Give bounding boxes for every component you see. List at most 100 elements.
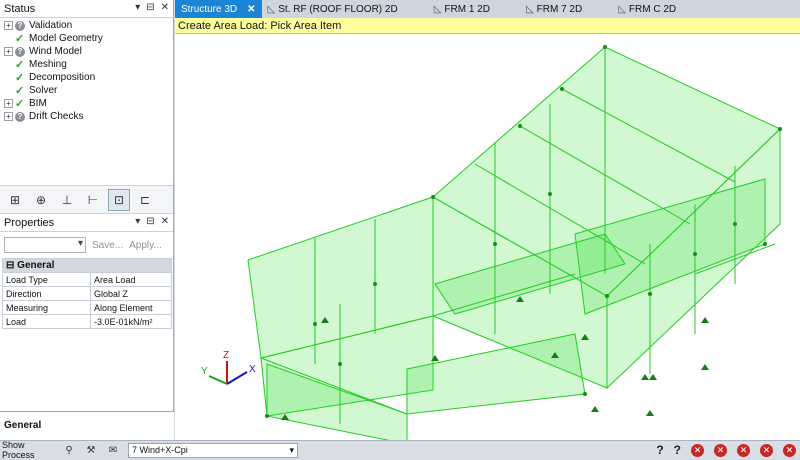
status-item[interactable]: ✓ Meshing xyxy=(4,58,173,71)
property-row[interactable]: Load Type Area Load xyxy=(2,272,172,287)
expand-icon[interactable]: + xyxy=(4,21,13,30)
structure-3d-viewport[interactable]: Z X Y xyxy=(175,34,800,440)
status-toolbar: ⊞ ⊕ ⊥ ⊢ ⊡ ⊏ xyxy=(0,186,173,214)
axis-z-label: Z xyxy=(223,350,229,361)
tab-label: FRM C 2D xyxy=(628,3,677,15)
status-item-label: Validation xyxy=(29,20,73,31)
globe-icon[interactable]: ⊕ xyxy=(30,189,52,211)
question-icon: ? xyxy=(15,46,25,57)
axis-x-label: X xyxy=(249,364,256,375)
tab-label: FRM 7 2D xyxy=(536,3,583,15)
error-icon[interactable]: ✕ xyxy=(691,443,704,457)
error-icon[interactable]: ✕ xyxy=(714,443,727,457)
status-item-label: Model Geometry xyxy=(29,33,103,44)
tab-view-2[interactable]: ◺ FRM 1 2D xyxy=(428,0,520,18)
help-icon[interactable]: ? xyxy=(674,443,681,457)
status-item[interactable]: + ✓ BIM xyxy=(4,97,173,110)
properties-preset-select[interactable] xyxy=(4,237,86,253)
tools-icon[interactable]: ⚒ xyxy=(80,445,102,456)
question-icon: ? xyxy=(15,20,25,31)
property-value[interactable]: Global Z xyxy=(90,286,172,301)
status-item-label: BIM xyxy=(29,98,47,109)
tab-label: Structure 3D xyxy=(181,3,238,15)
property-key: Load xyxy=(2,314,91,329)
status-item[interactable]: +? Validation xyxy=(4,19,173,32)
bottom-slab[interactable] xyxy=(406,333,586,415)
mail-icon[interactable]: ✉ xyxy=(102,445,124,456)
status-item-label: Decomposition xyxy=(29,72,96,83)
property-group-general[interactable]: ⊟ General xyxy=(2,258,172,273)
loads-icon[interactable]: ⊥ xyxy=(56,189,78,211)
property-grid: ⊟ General Load Type Area Load Direction Glo… xyxy=(2,258,172,329)
status-bar: Show Process ⚲ ⚒ ✉ 7 Wind+X-Cpi ? ? ✕ ✕ … xyxy=(0,440,800,460)
property-key: Load Type xyxy=(2,272,91,287)
question-icon: ? xyxy=(15,111,25,122)
close-tab-icon[interactable]: ✕ xyxy=(247,4,255,15)
save-button[interactable]: Save... xyxy=(92,240,123,251)
apply-button[interactable]: Apply... xyxy=(129,240,162,251)
document-tabs: Structure 3D ✕ ◺ St. RF (ROOF FLOOR) 2D ◺ FRM… xyxy=(175,0,800,18)
command-prompt: Create Area Load: Pick Area Item xyxy=(175,18,800,34)
property-row[interactable]: Measuring Along Element xyxy=(2,300,172,315)
dock-icon[interactable]: ⊟ xyxy=(146,2,154,13)
property-value[interactable]: -3.0E-01kN/m² xyxy=(90,314,172,329)
close-icon[interactable]: ✕ xyxy=(161,2,169,13)
property-value[interactable]: Area Load xyxy=(90,272,172,287)
error-icon[interactable]: ✕ xyxy=(760,443,773,457)
check-icon: ✓ xyxy=(15,98,25,110)
axis-triad: Z X Y xyxy=(201,350,256,385)
expand-icon[interactable]: + xyxy=(4,99,13,108)
axis-y-label: Y xyxy=(201,366,208,377)
frame-icon[interactable]: ⊢ xyxy=(82,189,104,211)
status-item-label: Drift Checks xyxy=(29,111,84,122)
property-row[interactable]: Direction Global Z xyxy=(2,286,172,301)
view-2d-icon: ◺ xyxy=(267,3,276,15)
view-2d-icon: ◺ xyxy=(525,3,534,15)
status-item[interactable]: +? Drift Checks xyxy=(4,110,173,123)
status-item-label: Wind Model xyxy=(29,46,82,57)
left-panel: Status ▾ ⊟ ✕ +? Validation ✓ Model Geometry… xyxy=(0,0,174,440)
status-item-label: Solver xyxy=(29,85,58,96)
status-panel-title: Status xyxy=(4,2,36,15)
status-item[interactable]: ✓ Solver xyxy=(4,84,173,97)
tab-structure-3d[interactable]: Structure 3D ✕ xyxy=(175,0,262,18)
tab-view-3[interactable]: ◺ FRM 7 2D xyxy=(520,0,612,18)
property-row[interactable]: Load -3.0E-01kN/m² xyxy=(2,314,172,329)
load-case-select[interactable]: 7 Wind+X-Cpi xyxy=(128,442,298,458)
expand-icon[interactable]: + xyxy=(4,47,13,56)
property-key: Measuring xyxy=(2,300,91,315)
status-item[interactable]: +? Wind Model xyxy=(4,45,173,58)
property-key: Direction xyxy=(2,286,91,301)
error-icon[interactable]: ✕ xyxy=(783,443,796,457)
status-tree: +? Validation ✓ Model Geometry +? Wind Model ✓… xyxy=(0,18,173,186)
properties-panel-title: Properties xyxy=(4,216,55,229)
status-item-label: Meshing xyxy=(29,59,67,70)
model-view-icon[interactable]: ⊞ xyxy=(4,189,26,211)
property-value[interactable]: Along Element xyxy=(90,300,172,315)
view-2d-icon: ◺ xyxy=(618,3,626,15)
properties-panel-header: Properties ▾ ⊟ ✕ xyxy=(0,214,173,232)
dock-icon[interactable]: ⊟ xyxy=(146,216,154,227)
tab-view-1[interactable]: ◺ St. RF (ROOF FLOOR) 2D xyxy=(262,0,428,18)
process-icon[interactable]: ⚲ xyxy=(58,445,80,456)
help-icon[interactable]: ? xyxy=(656,443,663,457)
view-2d-icon: ◺ xyxy=(433,3,442,15)
status-item[interactable]: ✓ Decomposition xyxy=(4,71,173,84)
tab-label: FRM 1 2D xyxy=(444,3,490,15)
properties-toolbar: Save... Apply... xyxy=(0,232,173,258)
status-item[interactable]: ✓ Model Geometry xyxy=(4,32,173,45)
structure-model[interactable]: Z X Y xyxy=(175,34,800,440)
error-icon[interactable]: ✕ xyxy=(737,443,750,457)
section-icon[interactable]: ⊏ xyxy=(134,189,156,211)
lock-icon[interactable]: ⊡ xyxy=(108,188,130,211)
close-icon[interactable]: ✕ xyxy=(161,216,169,227)
status-panel-header: Status ▾ ⊟ ✕ xyxy=(0,0,173,18)
property-group-label: General xyxy=(17,260,55,271)
check-icon: ✓ xyxy=(15,33,25,45)
check-icon: ✓ xyxy=(15,72,25,84)
pin-icon[interactable]: ▾ xyxy=(135,2,140,13)
show-process-label[interactable]: Show Process xyxy=(0,440,58,460)
expand-icon[interactable]: + xyxy=(4,112,13,121)
tab-view-4[interactable]: ◺ FRM C 2D xyxy=(612,0,706,18)
pin-icon[interactable]: ▾ xyxy=(135,216,140,227)
